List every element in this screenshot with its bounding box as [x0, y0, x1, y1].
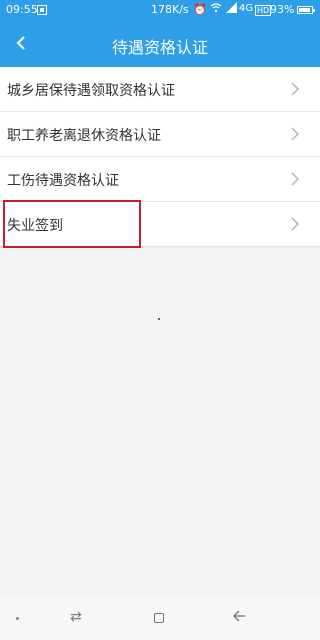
alarm-icon: ⏰ [193, 3, 207, 16]
stray-dot [158, 318, 160, 320]
scan-icon [37, 5, 47, 15]
wifi-icon [210, 3, 222, 16]
list-item-work-injury[interactable]: 工伤待遇资格认证 [0, 157, 320, 202]
list-item-label: 城乡居保待遇领取资格认证 [7, 83, 175, 99]
status-time: 09:55 [6, 3, 38, 16]
system-navigation-bar: ⇄ [0, 596, 320, 640]
battery-fill [299, 8, 311, 12]
highlight-annotation [3, 200, 141, 248]
chevron-right-icon [291, 82, 300, 96]
signal-icon [226, 2, 237, 16]
square-icon[interactable] [154, 613, 164, 623]
list-item-label: 工伤待遇资格认证 [7, 173, 119, 189]
list-item-employee-pension[interactable]: 职工养老离退休资格认证 [0, 112, 320, 157]
network-speed: 178K/s [151, 3, 189, 16]
status-bar: 09:55 178K/s ⏰ 4G HD 93% [0, 0, 320, 22]
switch-icon[interactable]: ⇄ [70, 609, 82, 625]
list-item-rural-pension[interactable]: 城乡居保待遇领取资格认证 [0, 67, 320, 112]
battery-icon [297, 6, 315, 14]
dot-icon[interactable] [16, 617, 19, 620]
chevron-right-icon [291, 127, 300, 141]
network-type: 4G [239, 3, 254, 14]
hd-badge: HD [255, 5, 272, 16]
page-title: 待遇资格认证 [111, 38, 208, 57]
list-item-label: 职工养老离退休资格认证 [7, 128, 161, 144]
chevron-right-icon [291, 172, 300, 186]
back-arrow-icon[interactable] [232, 609, 246, 627]
battery-percent: 93% [270, 3, 295, 16]
chevron-right-icon [291, 217, 300, 231]
